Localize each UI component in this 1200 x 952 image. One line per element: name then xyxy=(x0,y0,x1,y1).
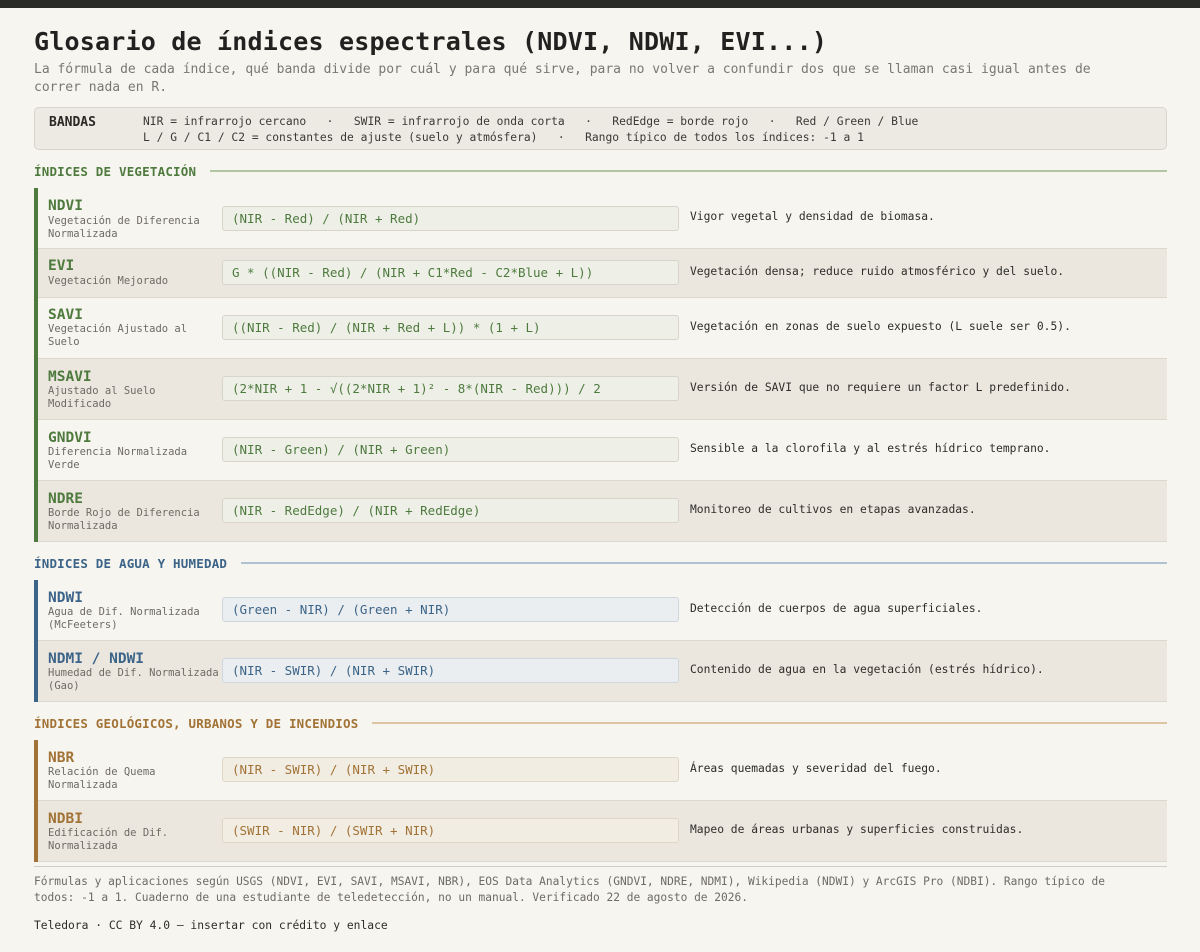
index-full-name: Agua de Dif. Normalizada (McFeeters) xyxy=(48,606,200,631)
source-notes: Fórmulas y aplicaciones según USGS (NDVI… xyxy=(34,875,1105,904)
index-row-nbr: NBR Relación de Quema Normalizada (NIR -… xyxy=(38,740,1167,801)
index-full-name: Relación de Quema Normalizada xyxy=(48,766,156,791)
credit-line: Teledora · CC BY 4.0 — insertar con créd… xyxy=(34,919,388,932)
index-formula: (Green - NIR) / (Green + NIR) xyxy=(222,597,679,622)
index-description: Sensible a la clorofila y al estrés hídr… xyxy=(690,442,1051,455)
index-row-savi: SAVI Vegetación Ajustado al Suelo ((NIR … xyxy=(38,298,1167,359)
index-formula: (NIR - SWIR) / (NIR + SWIR) xyxy=(222,757,679,782)
index-description: Versión de SAVI que no requiere un facto… xyxy=(690,381,1071,394)
index-formula: (NIR - SWIR) / (NIR + SWIR) xyxy=(222,658,679,683)
footer-divider xyxy=(34,866,1167,867)
index-full-name: Edificación de Dif. Normalizada xyxy=(48,827,169,852)
index-description: Contenido de agua en la vegetación (estr… xyxy=(690,663,1044,676)
index-formula: (SWIR - NIR) / (SWIR + NIR) xyxy=(222,818,679,843)
index-full-name: Borde Rojo de Diferencia Normalizada xyxy=(48,507,200,532)
index-name: MSAVI xyxy=(48,369,92,385)
index-row-gndvi: GNDVI Diferencia Normalizada Verde (NIR … xyxy=(38,420,1167,481)
index-name: GNDVI xyxy=(48,430,92,446)
section-vegetation-header: ÍNDICES DE VEGETACIÓN xyxy=(34,160,1167,182)
index-name: SAVI xyxy=(48,307,83,323)
index-row-evi: EVI Vegetación Mejorado G * ((NIR - Red)… xyxy=(38,249,1167,298)
index-formula: (NIR - Green) / (NIR + Green) xyxy=(222,437,679,462)
index-name: NDWI xyxy=(48,590,83,606)
section-divider xyxy=(241,562,1167,564)
index-full-name: Diferencia Normalizada Verde xyxy=(48,446,188,471)
index-description: Áreas quemadas y severidad del fuego. xyxy=(690,762,942,775)
index-full-name: Vegetación de Diferencia Normalizada xyxy=(48,215,200,240)
index-full-name: Vegetación Ajustado al Suelo xyxy=(48,323,188,348)
index-full-name: Vegetación Mejorado xyxy=(48,275,169,287)
index-row-ndre: NDRE Borde Rojo de Diferencia Normalizad… xyxy=(38,481,1167,542)
index-description: Vigor vegetal y densidad de biomasa. xyxy=(690,210,935,223)
index-row-msavi: MSAVI Ajustado al Suelo Modificado (2*NI… xyxy=(38,359,1167,420)
section-water-title: ÍNDICES DE AGUA Y HUMEDAD xyxy=(34,555,228,571)
index-description: Monitoreo de cultivos en etapas avanzada… xyxy=(690,503,976,516)
index-formula: (NIR - Red) / (NIR + Red) xyxy=(222,206,679,231)
section-vegetation-title: ÍNDICES DE VEGETACIÓN xyxy=(34,163,197,179)
section-water-header: ÍNDICES DE AGUA Y HUMEDAD xyxy=(34,552,1167,574)
top-bar xyxy=(0,0,1200,8)
index-description: Mapeo de áreas urbanas y superficies con… xyxy=(690,823,1024,836)
section-divider xyxy=(210,170,1167,172)
index-formula: G * ((NIR - Red) / (NIR + C1*Red - C2*Bl… xyxy=(222,260,679,285)
section-divider xyxy=(372,722,1167,724)
page-title: Glosario de índices espectrales (NDVI, N… xyxy=(34,27,828,56)
index-row-ndwi: NDWI Agua de Dif. Normalizada (McFeeters… xyxy=(38,580,1167,641)
section-geo-title: ÍNDICES GEOLÓGICOS, URBANOS Y DE INCENDI… xyxy=(34,715,359,731)
bands-label: BANDAS xyxy=(49,115,96,130)
vegetation-group: NDVI Vegetación de Diferencia Normalizad… xyxy=(34,188,1167,542)
geo-group: NBR Relación de Quema Normalizada (NIR -… xyxy=(34,740,1167,862)
index-name: NDRE xyxy=(48,491,83,507)
index-description: Vegetación en zonas de suelo expuesto (L… xyxy=(690,320,1071,333)
water-group: NDWI Agua de Dif. Normalizada (McFeeters… xyxy=(34,580,1167,702)
index-formula: (NIR - RedEdge) / (NIR + RedEdge) xyxy=(222,498,679,523)
bands-line-2: L / G / C1 / C2 = constantes de ajuste (… xyxy=(143,131,864,144)
index-name: NDMI / NDWI xyxy=(48,651,145,667)
index-name: EVI xyxy=(48,258,75,274)
index-row-ndvi: NDVI Vegetación de Diferencia Normalizad… xyxy=(38,188,1167,249)
index-description: Vegetación densa; reduce ruido atmosféri… xyxy=(690,265,1065,278)
index-row-ndbi: NDBI Edificación de Dif. Normalizada (SW… xyxy=(38,801,1167,862)
index-formula: (2*NIR + 1 - √((2*NIR + 1)² - 8*(NIR - R… xyxy=(222,376,679,401)
page-subtitle: La fórmula de cada índice, qué banda div… xyxy=(34,62,1091,95)
index-formula: ((NIR - Red) / (NIR + Red + L)) * (1 + L… xyxy=(222,315,679,340)
index-full-name: Humedad de Dif. Normalizada (Gao) xyxy=(48,667,219,692)
section-geo-header: ÍNDICES GEOLÓGICOS, URBANOS Y DE INCENDI… xyxy=(34,712,1167,734)
index-name: NDVI xyxy=(48,198,83,214)
index-description: Detección de cuerpos de agua superficial… xyxy=(690,602,983,615)
index-full-name: Ajustado al Suelo Modificado xyxy=(48,385,156,410)
index-row-ndmi: NDMI / NDWI Humedad de Dif. Normalizada … xyxy=(38,641,1167,702)
bands-legend: BANDAS NIR = infrarrojo cercano · SWIR =… xyxy=(34,107,1167,150)
bands-line-1: NIR = infrarrojo cercano · SWIR = infrar… xyxy=(143,115,919,128)
index-name: NBR xyxy=(48,750,75,766)
index-name: NDBI xyxy=(48,811,83,827)
